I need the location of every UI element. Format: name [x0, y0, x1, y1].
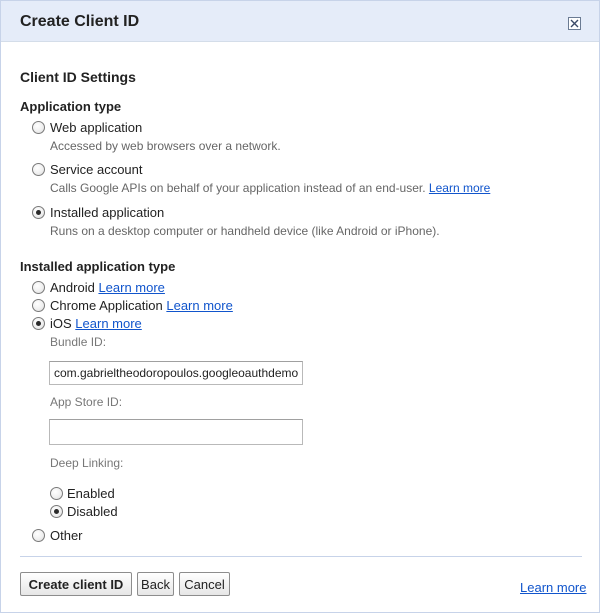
bundle-id-input[interactable] — [49, 361, 303, 385]
web-application-description: Accessed by web browsers over a network. — [50, 139, 281, 153]
chrome-application-label[interactable]: Chrome Application — [50, 298, 163, 313]
radio-installed-application[interactable] — [32, 206, 45, 219]
create-client-id-dialog: Create Client ID Client ID Settings Appl… — [0, 0, 600, 613]
deep-linking-enabled-label[interactable]: Enabled — [67, 486, 115, 501]
bundle-id-label: Bundle ID: — [50, 335, 107, 349]
android-learn-more-link[interactable]: Learn more — [98, 280, 164, 295]
dialog-title-bar: Create Client ID — [1, 1, 599, 42]
radio-web-application[interactable] — [32, 121, 45, 134]
create-client-id-button[interactable]: Create client ID — [20, 572, 132, 596]
footer-learn-more-link[interactable]: Learn more — [520, 580, 586, 595]
ios-option: iOS Learn more — [50, 316, 142, 331]
app-store-id-input[interactable] — [49, 419, 303, 445]
other-label[interactable]: Other — [50, 528, 83, 543]
ios-learn-more-link[interactable]: Learn more — [75, 316, 141, 331]
deep-linking-disabled-label[interactable]: Disabled — [67, 504, 118, 519]
chrome-application-option: Chrome Application Learn more — [50, 298, 233, 313]
ios-label[interactable]: iOS — [50, 316, 72, 331]
installed-application-description: Runs on a desktop computer or handheld d… — [50, 224, 440, 238]
application-type-heading: Application type — [20, 99, 122, 114]
web-application-label[interactable]: Web application — [50, 120, 142, 135]
cancel-button[interactable]: Cancel — [179, 572, 230, 596]
radio-other[interactable] — [32, 529, 45, 542]
radio-deep-linking-enabled[interactable] — [50, 487, 63, 500]
chrome-application-learn-more-link[interactable]: Learn more — [166, 298, 232, 313]
radio-chrome-application[interactable] — [32, 299, 45, 312]
app-store-id-label: App Store ID: — [50, 395, 123, 409]
radio-ios[interactable] — [32, 317, 45, 330]
service-account-desc-text: Calls Google APIs on behalf of your appl… — [50, 181, 426, 195]
installed-application-type-heading: Installed application type — [20, 259, 176, 274]
deep-linking-label: Deep Linking: — [50, 456, 124, 470]
radio-service-account[interactable] — [32, 163, 45, 176]
android-option: Android Learn more — [50, 280, 165, 295]
back-button[interactable]: Back — [137, 572, 174, 596]
footer-divider — [20, 556, 582, 557]
radio-android[interactable] — [32, 281, 45, 294]
service-account-description: Calls Google APIs on behalf of your appl… — [50, 181, 490, 195]
android-label[interactable]: Android — [50, 280, 95, 295]
installed-application-label[interactable]: Installed application — [50, 205, 164, 220]
service-account-learn-more-link[interactable]: Learn more — [429, 181, 490, 195]
service-account-label[interactable]: Service account — [50, 162, 143, 177]
dialog-title: Create Client ID — [20, 13, 140, 30]
close-icon[interactable] — [568, 17, 581, 30]
client-id-settings-heading: Client ID Settings — [20, 69, 136, 85]
radio-deep-linking-disabled[interactable] — [50, 505, 63, 518]
